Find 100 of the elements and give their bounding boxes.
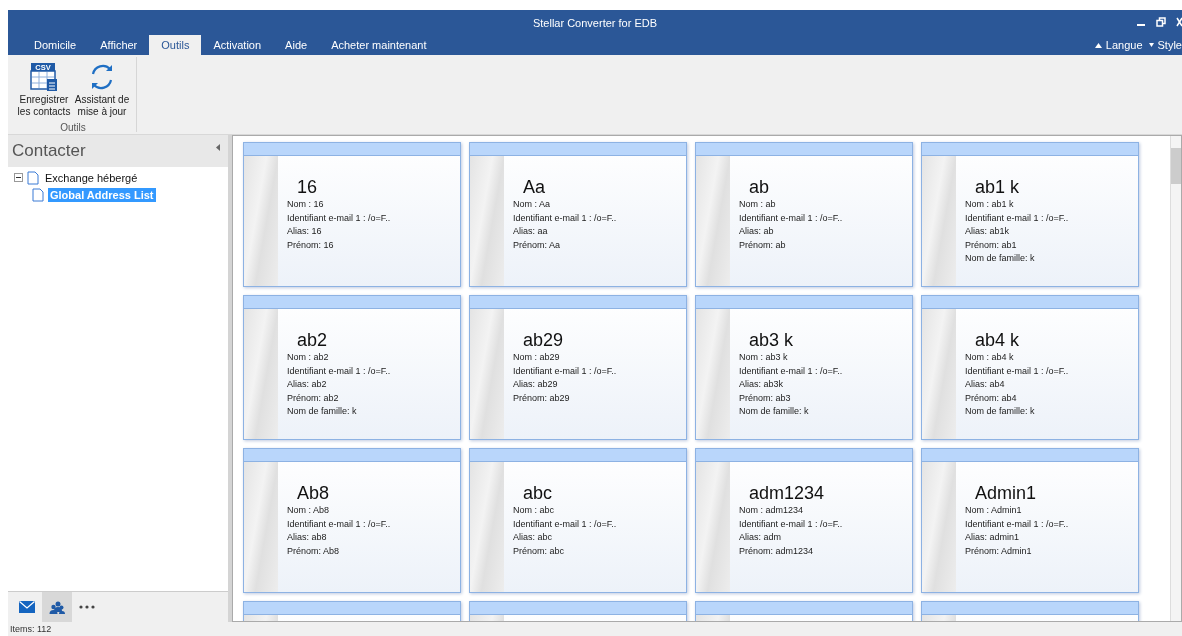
contact-detail: Prénom: ab4: [965, 391, 1018, 405]
contact-name: ab: [748, 176, 771, 198]
close-icon[interactable]: [1176, 17, 1182, 27]
mail-icon: [19, 601, 35, 613]
contact-detail: Alias: admin1: [965, 531, 1021, 544]
contact-name: ab2: [296, 329, 329, 351]
contact-detail: Nom : Ab8: [287, 504, 331, 517]
contact-name: ab4 k: [974, 329, 1021, 351]
contact-detail: Identifiant e-mail 1 : /o=F..: [739, 364, 843, 378]
contact-detail: Alias: ab: [739, 225, 775, 238]
ribbon-tab[interactable]: Domicile: [22, 35, 89, 55]
scrollbar[interactable]: [1170, 136, 1181, 621]
contact-name: Aa: [522, 176, 547, 198]
contact-detail: Alias: ab29: [513, 378, 559, 391]
contact-detail: Identifiant e-mail 1 : /o=F..: [739, 517, 843, 531]
contact-detail: Nom : Aa: [513, 198, 551, 211]
contact-detail: Alias: aa: [513, 225, 549, 238]
contact-name: Ab8: [296, 482, 331, 504]
contact-name: ab1 k: [974, 176, 1021, 198]
contact-detail: Prénom: Ab8: [287, 544, 341, 558]
contact-card[interactable]: Aa Nom : Aa Identifiant e-mail 1 : /o=F.. Alias: aa Prénom: Aa: [469, 142, 687, 287]
contact-detail: Nom : ab29: [513, 351, 561, 364]
contact-card[interactable]: ab Nom : ab Identifiant e-mail 1 : /o=F.. Alias: ab Prénom: ab: [695, 142, 913, 287]
contact-name: adm1234: [748, 482, 826, 504]
ribbon-button[interactable]: Assistant de mise à jour: [74, 62, 130, 118]
contact-detail: Identifiant e-mail 1 : /o=F..: [513, 517, 617, 531]
contact-name: abc: [522, 482, 554, 504]
document-icon: [32, 187, 44, 202]
contact-card[interactable]: Admin1 Nom : Admin1 Identifiant e-mail 1 : /o=F.. Alias: admin1 Prénom: Admin1: [921, 448, 1139, 593]
tree-item[interactable]: Exchange hébergé: [43, 170, 140, 185]
contact-detail: Nom de famille: k: [965, 405, 1036, 418]
status-text: Items: 112: [10, 624, 52, 634]
contact-name: 16: [296, 176, 319, 198]
ribbon-tab[interactable]: Acheter maintenant: [319, 35, 439, 55]
contact-detail: Identifiant e-mail 1 : /o=F..: [287, 211, 391, 225]
contact-card[interactable]: ab1 k Nom : ab1 k Identifiant e-mail 1 : /o=F.. Alias: ab1k Prénom: ab1 Nom de famille: k: [921, 142, 1139, 287]
contact-detail: Identifiant e-mail 1 : /o=F..: [965, 517, 1069, 531]
contact-detail: Alias: ab2: [287, 378, 328, 391]
contact-detail: Identifiant e-mail 1 : /o=F..: [287, 364, 391, 378]
contact-detail: Nom : ab2: [287, 351, 330, 364]
contact-detail: Alias: abc: [513, 531, 554, 544]
ribbon-tab[interactable]: Afficher: [88, 35, 150, 55]
restore-icon[interactable]: [1156, 17, 1166, 27]
contact-detail: Nom : 16: [287, 198, 325, 211]
contact-detail: Nom de famille: k: [965, 252, 1036, 265]
contact-name: ab3 k: [748, 329, 795, 351]
contact-detail: Nom de famille: k: [739, 405, 810, 418]
contact-detail: Alias: 16: [287, 225, 323, 238]
contact-detail: Nom : adm1234: [739, 504, 805, 517]
sidebar-title: Contacter: [12, 141, 86, 161]
contact-detail: Prénom: ab1: [965, 238, 1018, 252]
contact-card[interactable]: Ab8 Nom : Ab8 Identifiant e-mail 1 : /o=F.. Alias: ab8 Prénom: Ab8: [243, 448, 461, 593]
contact-detail: Nom : ab: [739, 198, 777, 211]
document-icon: [27, 170, 39, 185]
contact-detail: Prénom: ab29: [513, 391, 571, 405]
contact-card[interactable]: abc Nom : abc Identifiant e-mail 1 : /o=F.. Alias: abc Prénom: abc: [469, 448, 687, 593]
ribbon-group-label: Outils: [60, 122, 86, 133]
more-icon: [79, 605, 95, 609]
contact-detail: Identifiant e-mail 1 : /o=F..: [287, 517, 391, 531]
contact-detail: Prénom: ab: [739, 238, 787, 252]
contact-detail: Identifiant e-mail 1 : /o=F..: [965, 211, 1069, 225]
contact-detail: Prénom: ab2: [287, 391, 340, 405]
contact-detail: Prénom: ab3: [739, 391, 792, 405]
tree-toggle-icon[interactable]: [14, 173, 23, 182]
ribbon-tab[interactable]: Aide: [273, 35, 320, 55]
contact-detail: Prénom: Aa: [513, 238, 562, 252]
ribbon-option[interactable]: Style: [1148, 39, 1182, 51]
contact-detail: Prénom: adm1234: [739, 544, 815, 558]
contact-name: ab29: [522, 329, 565, 351]
contact-detail: Nom : ab1 k: [965, 198, 1015, 211]
people-icon: [49, 600, 65, 614]
contact-card[interactable]: 16 Nom : 16 Identifiant e-mail 1 : /o=F.. Alias: 16 Prénom: 16: [243, 142, 461, 287]
contact-card[interactable]: ab29 Nom : ab29 Identifiant e-mail 1 : /o=F.. Alias: ab29 Prénom: ab29: [469, 295, 687, 440]
contact-detail: Alias: ab8: [287, 531, 328, 544]
contact-name: Admin1: [974, 482, 1038, 504]
contact-detail: Nom : ab4 k: [965, 351, 1015, 364]
ribbon-tab[interactable]: Activation: [201, 35, 274, 55]
contact-detail: Prénom: abc: [513, 544, 566, 558]
contact-card[interactable]: ab4 k Nom : ab4 k Identifiant e-mail 1 : /o=F.. Alias: ab4 Prénom: ab4 Nom de famille: k: [921, 295, 1139, 440]
contact-detail: Nom : abc: [513, 504, 555, 517]
ribbon-tab[interactable]: Outils: [149, 35, 202, 55]
collapse-icon[interactable]: [216, 144, 220, 151]
caret-down-icon: [1148, 43, 1154, 47]
contact-detail: Identifiant e-mail 1 : /o=F..: [513, 364, 617, 378]
contact-card[interactable]: adm1234 Nom : adm1234 Identifiant e-mail 1 : /o=F.. Alias: adm Prénom: adm1234: [695, 448, 913, 593]
contact-detail: Identifiant e-mail 1 : /o=F..: [739, 211, 843, 225]
contact-card[interactable]: ab2 Nom : ab2 Identifiant e-mail 1 : /o=F.. Alias: ab2 Prénom: ab2 Nom de famille: k: [243, 295, 461, 440]
ribbon-option[interactable]: Langue: [1094, 39, 1143, 51]
contact-detail: Alias: ab3k: [739, 378, 785, 391]
contact-detail: Prénom: Admin1: [965, 544, 1033, 558]
contact-detail: Nom : ab3 k: [739, 351, 789, 364]
contact-detail: Nom : Admin1: [965, 504, 1023, 517]
contact-detail: Identifiant e-mail 1 : /o=F..: [965, 364, 1069, 378]
contact-detail: Prénom: 16: [287, 238, 335, 252]
caret-up-icon: [1094, 42, 1102, 48]
contact-detail: Alias: ab4: [965, 378, 1006, 391]
contact-detail: Nom de famille: k: [287, 405, 358, 418]
window-title: Stellar Converter for EDB: [532, 16, 658, 29]
nav-button[interactable]: [42, 592, 72, 622]
contact-card[interactable]: ab3 k Nom : ab3 k Identifiant e-mail 1 : /o=F.. Alias: ab3k Prénom: ab3 Nom de famille: k: [695, 295, 913, 440]
